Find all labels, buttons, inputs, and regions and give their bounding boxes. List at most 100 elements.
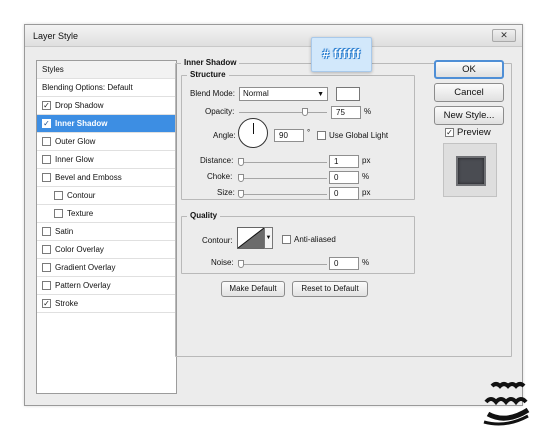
anti-aliased-checkbox[interactable] — [282, 235, 291, 244]
style-item-label: Contour — [67, 191, 96, 200]
preview-label: Preview — [457, 127, 491, 138]
choke-slider-track[interactable] — [239, 178, 327, 179]
style-checkbox-outer-glow[interactable] — [42, 137, 51, 146]
size-unit: px — [362, 188, 371, 197]
contour-preview[interactable] — [237, 227, 265, 249]
style-item-texture[interactable]: Texture — [37, 205, 176, 223]
style-checkbox-satin[interactable] — [42, 227, 51, 236]
blend-mode-label: Blend Mode: — [190, 89, 235, 98]
style-checkbox-color-overlay[interactable] — [42, 245, 51, 254]
preview-swatch — [456, 156, 486, 186]
angle-needle — [253, 123, 254, 134]
shadow-color-swatch[interactable] — [336, 87, 360, 101]
size-field[interactable]: 0 — [329, 187, 359, 200]
style-item-pattern-overlay[interactable]: Pattern Overlay — [37, 277, 176, 295]
style-item-gradient-overlay[interactable]: Gradient Overlay — [37, 259, 176, 277]
opacity-unit: % — [364, 107, 372, 116]
structure-legend: Structure — [187, 70, 229, 79]
new-style-button[interactable]: New Style... — [434, 106, 504, 125]
opacity-label: Opacity: — [205, 107, 235, 116]
distance-unit: px — [362, 156, 371, 165]
panel-title: Inner Shadow — [181, 58, 240, 67]
opacity-slider-track[interactable] — [239, 112, 327, 113]
style-item-satin[interactable]: Satin — [37, 223, 176, 241]
distance-field[interactable]: 1 — [329, 155, 359, 168]
styles-list: Styles Blending Options: Default ✓ Drop S… — [36, 60, 177, 394]
style-item-label: Outer Glow — [55, 137, 96, 146]
style-checkbox-gradient-overlay[interactable] — [42, 263, 51, 272]
style-item-label: Bevel and Emboss — [55, 173, 122, 182]
choke-label: Choke: — [207, 172, 233, 181]
dialog-title: Layer Style — [33, 31, 79, 41]
anti-aliased-label: Anti-aliased — [294, 235, 336, 244]
style-item-label: Pattern Overlay — [55, 281, 111, 290]
preview-checkbox[interactable]: ✓ — [445, 128, 454, 137]
use-global-light-label: Use Global Light — [329, 131, 389, 140]
noise-slider-thumb[interactable] — [238, 260, 244, 268]
cancel-button[interactable]: Cancel — [434, 83, 504, 102]
opacity-slider-thumb[interactable] — [302, 108, 308, 116]
noise-field[interactable]: 0 — [329, 257, 359, 270]
style-checkbox-texture[interactable] — [54, 209, 63, 218]
noise-label: Noise: — [211, 258, 234, 267]
chevron-down-icon: ▼ — [265, 235, 272, 241]
blend-mode-select[interactable]: Normal ▼ — [239, 87, 328, 101]
style-checkbox-bevel-and-emboss[interactable] — [42, 173, 51, 182]
distance-slider-thumb[interactable] — [238, 158, 244, 166]
choke-field[interactable]: 0 — [329, 171, 359, 184]
title-bar: Layer Style ✕ — [25, 25, 522, 47]
preview-thumbnail — [443, 143, 497, 197]
angle-label: Angle: — [213, 131, 236, 140]
blending-options-label: Blending Options: Default — [42, 83, 133, 92]
style-item-label: Drop Shadow — [55, 101, 104, 110]
size-slider-track[interactable] — [239, 194, 327, 195]
ok-button[interactable]: OK — [434, 60, 504, 79]
styles-header-label: Styles — [42, 65, 64, 74]
style-checkbox-inner-glow[interactable] — [42, 155, 51, 164]
opacity-field[interactable]: 75 — [331, 106, 361, 119]
chevron-down-icon: ▼ — [317, 91, 324, 98]
style-item-inner-glow[interactable]: Inner Glow — [37, 151, 176, 169]
distance-label: Distance: — [200, 156, 234, 165]
style-checkbox-inner-shadow[interactable]: ✓ — [42, 119, 51, 128]
style-item-drop-shadow[interactable]: ✓ Drop Shadow — [37, 97, 176, 115]
watermark-logo — [478, 378, 538, 428]
angle-unit: ° — [307, 128, 311, 137]
style-item-label: Inner Shadow — [55, 119, 108, 128]
color-hex-tag: # ffffff — [311, 37, 372, 72]
contour-label: Contour: — [202, 236, 233, 245]
angle-dial[interactable] — [238, 118, 268, 148]
reset-to-default-button[interactable]: Reset to Default — [292, 281, 368, 297]
make-default-button[interactable]: Make Default — [221, 281, 285, 297]
close-button[interactable]: ✕ — [492, 29, 516, 42]
choke-slider-thumb[interactable] — [238, 174, 244, 182]
styles-header[interactable]: Styles — [37, 61, 176, 79]
distance-slider-track[interactable] — [239, 162, 327, 163]
style-checkbox-contour[interactable] — [54, 191, 63, 200]
style-item-bevel-and-emboss[interactable]: Bevel and Emboss — [37, 169, 176, 187]
blending-options-item[interactable]: Blending Options: Default — [37, 79, 176, 97]
style-item-label: Color Overlay — [55, 245, 104, 254]
noise-unit: % — [362, 258, 370, 267]
style-item-contour[interactable]: Contour — [37, 187, 176, 205]
layer-style-dialog: Layer Style ✕ Styles Blending Options: D… — [24, 24, 523, 406]
style-checkbox-drop-shadow[interactable]: ✓ — [42, 101, 51, 110]
style-item-stroke[interactable]: ✓ Stroke — [37, 295, 176, 313]
watermark-logo-icon — [483, 382, 530, 426]
style-item-label: Inner Glow — [55, 155, 94, 164]
size-slider-thumb[interactable] — [238, 190, 244, 198]
style-item-outer-glow[interactable]: Outer Glow — [37, 133, 176, 151]
blend-mode-value: Normal — [243, 89, 269, 98]
noise-slider-track[interactable] — [239, 264, 327, 265]
style-item-label: Satin — [55, 227, 74, 236]
contour-dropdown-button[interactable]: ▼ — [264, 227, 273, 249]
size-label: Size: — [217, 188, 235, 197]
use-global-light-checkbox[interactable] — [317, 131, 326, 140]
style-item-label: Gradient Overlay — [55, 263, 116, 272]
style-checkbox-pattern-overlay[interactable] — [42, 281, 51, 290]
style-item-color-overlay[interactable]: Color Overlay — [37, 241, 176, 259]
contour-curve-icon — [237, 227, 265, 249]
style-checkbox-stroke[interactable]: ✓ — [42, 299, 51, 308]
angle-field[interactable]: 90 — [274, 129, 304, 142]
style-item-inner-shadow[interactable]: ✓ Inner Shadow — [37, 115, 176, 133]
